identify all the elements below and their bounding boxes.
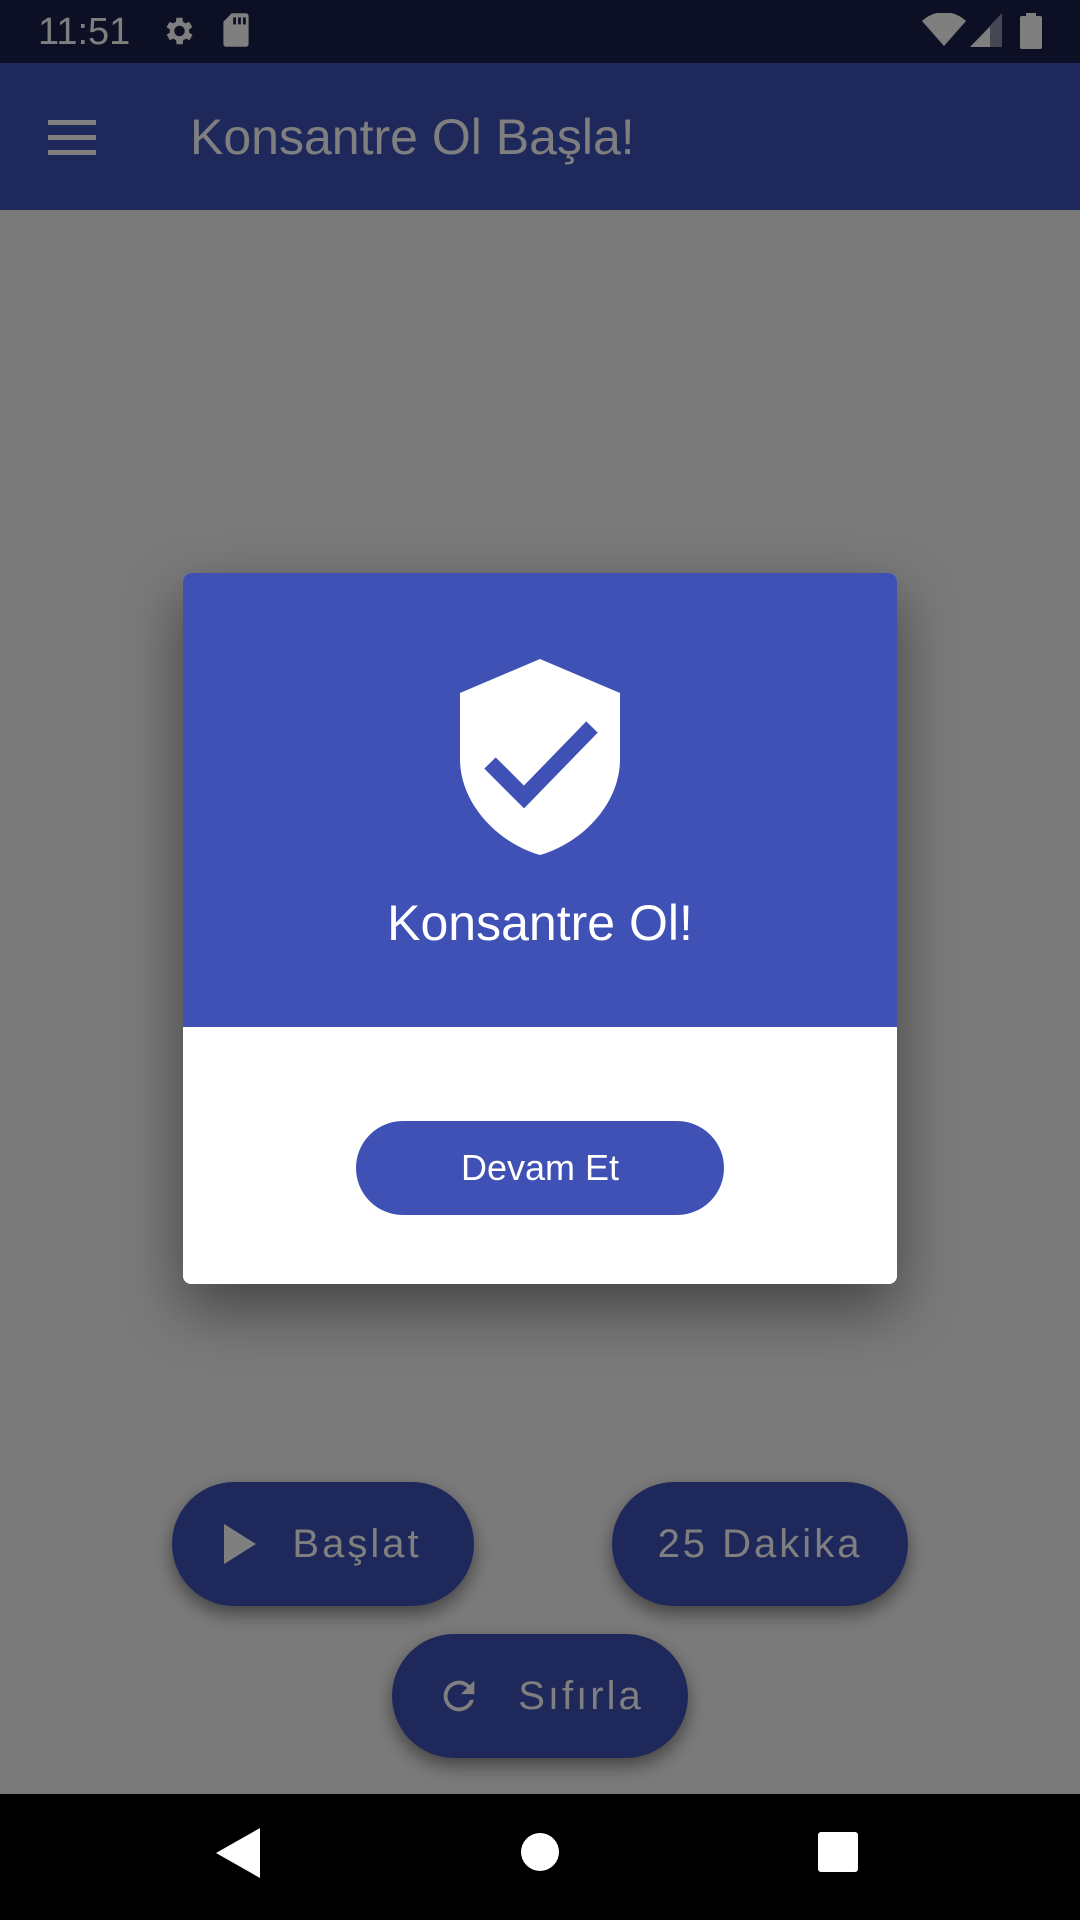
focus-dialog: Konsantre Ol! Devam Et (183, 573, 897, 1284)
dialog-title: Konsantre Ol! (387, 895, 693, 951)
home-icon[interactable] (520, 1832, 560, 1872)
shield-check-icon (460, 659, 620, 855)
navigation-bar (0, 1794, 1080, 1920)
recents-icon[interactable] (818, 1832, 858, 1872)
dialog-header: Konsantre Ol! (183, 573, 897, 1027)
back-icon[interactable] (216, 1828, 260, 1878)
continue-button[interactable]: Devam Et (356, 1121, 724, 1215)
